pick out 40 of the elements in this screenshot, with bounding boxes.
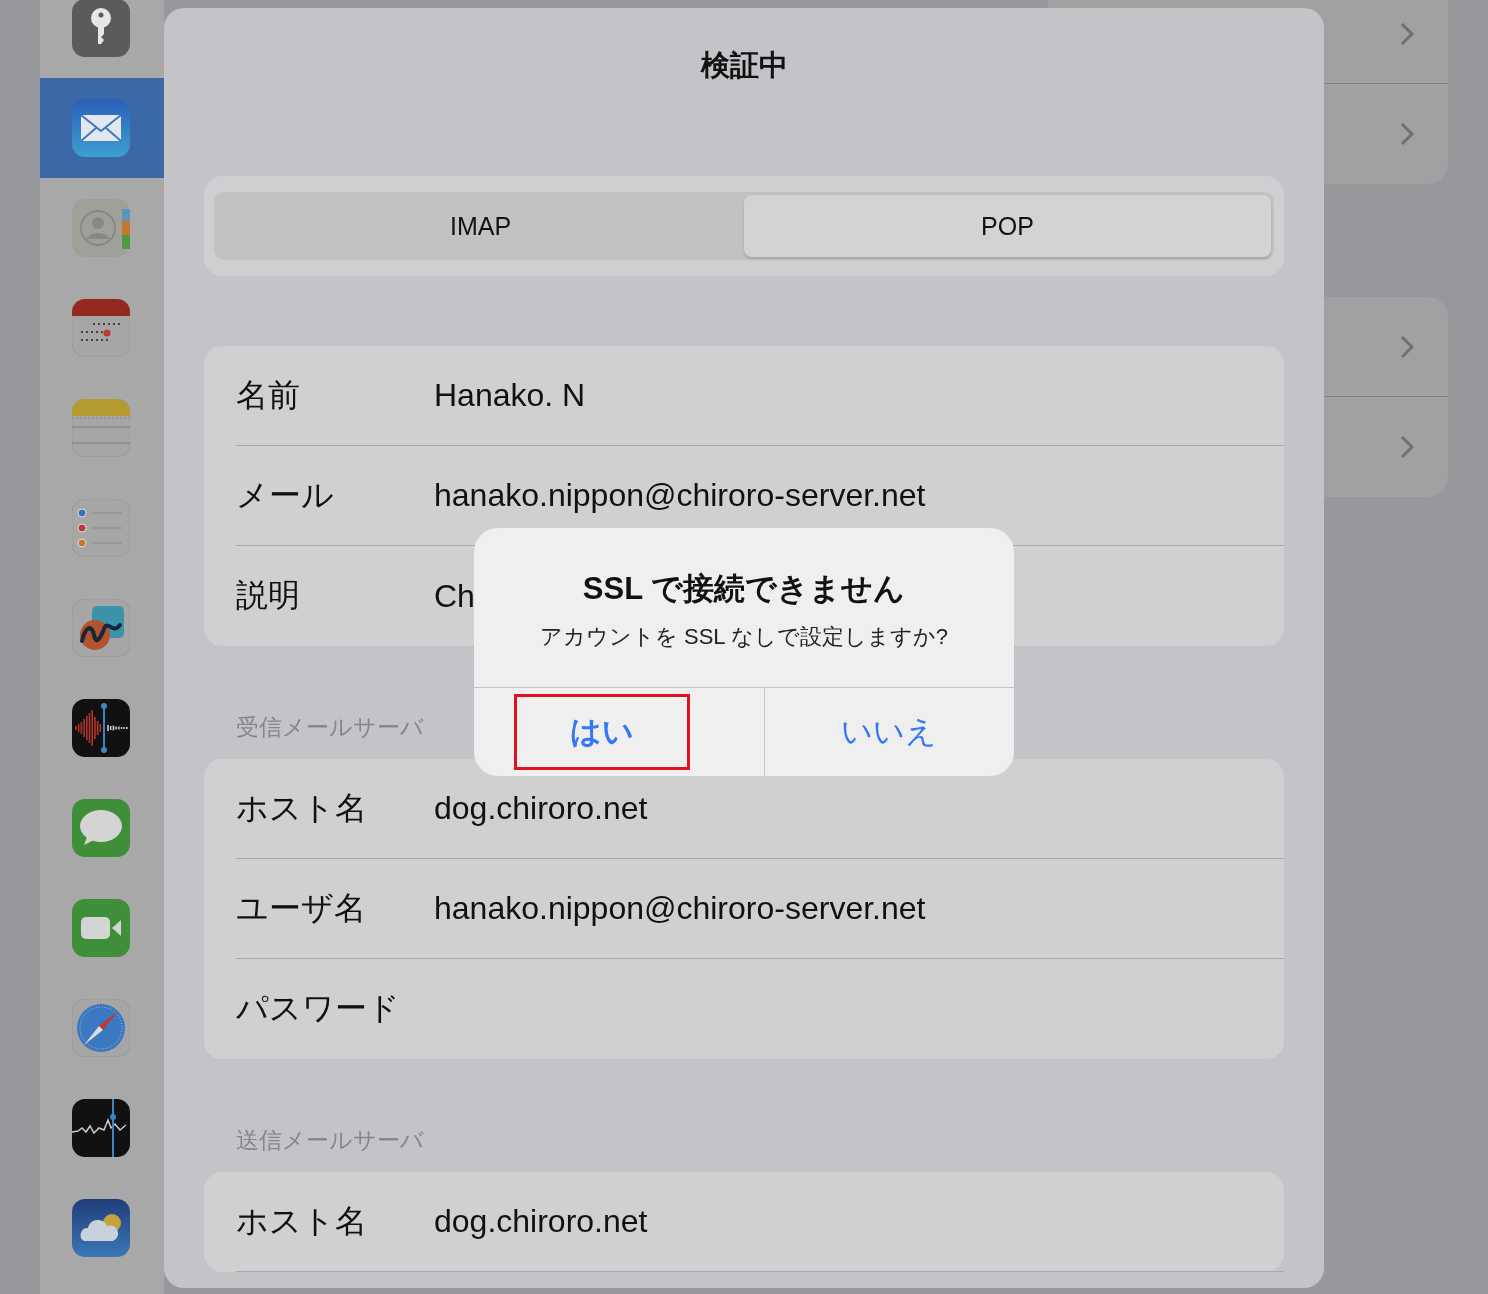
field-value[interactable]: Hanako. N xyxy=(434,377,586,414)
video-camera-icon xyxy=(72,899,130,957)
stock-chart-icon xyxy=(72,1099,130,1157)
chevron-icon xyxy=(1400,122,1414,146)
field-label: 説明 xyxy=(236,576,301,615)
field-value[interactable]: Ch xyxy=(434,577,475,615)
chevron-icon xyxy=(1400,334,1414,359)
field-label: メール xyxy=(236,475,335,515)
sidebar-item-selected[interactable] xyxy=(40,78,164,178)
envelope-icon xyxy=(72,99,130,157)
speech-bubble-icon xyxy=(72,799,130,857)
section-header: 受信メールサーバ xyxy=(236,713,424,742)
alert-message: アカウントを SSL なしで設定しますか? xyxy=(539,623,949,651)
scribble-icon xyxy=(72,599,130,657)
field-label: 名前 xyxy=(236,375,301,415)
field-label: ユーザ名 xyxy=(236,888,367,928)
field-label: ホスト名 xyxy=(236,1201,368,1241)
key-icon xyxy=(72,0,130,57)
notepad-icon xyxy=(72,399,130,457)
alert-title: SSL で接続できません xyxy=(582,570,906,608)
waveform-icon xyxy=(72,699,130,757)
calendar-icon xyxy=(72,299,130,357)
section-header: 送信メールサーバ xyxy=(236,1126,424,1155)
checklist-icon xyxy=(72,499,130,557)
compass-icon xyxy=(72,999,130,1057)
highlighted-button[interactable]: はい xyxy=(514,694,690,770)
field-value[interactable]: dog.chiroro.net xyxy=(434,790,648,827)
segment-tab[interactable]: IMAP xyxy=(217,195,744,257)
contact-card-icon xyxy=(72,199,130,257)
field-label: ホスト名 xyxy=(236,788,368,828)
field-value[interactable]: hanako.nippon@chiroro-server.net xyxy=(434,477,926,514)
chevron-icon xyxy=(1400,21,1414,46)
field-label: パスワード xyxy=(236,989,401,1028)
alert-button[interactable]: いいえ xyxy=(801,694,978,770)
sheet-title: 検証中 xyxy=(699,48,789,83)
cloud-sun-icon xyxy=(72,1199,130,1257)
field-value[interactable]: dog.chiroro.net xyxy=(434,1203,648,1240)
field-value[interactable]: hanako.nippon@chiroro-server.net xyxy=(434,890,926,927)
chevron-icon xyxy=(1400,435,1414,459)
segment-tab[interactable]: POP xyxy=(744,195,1271,257)
